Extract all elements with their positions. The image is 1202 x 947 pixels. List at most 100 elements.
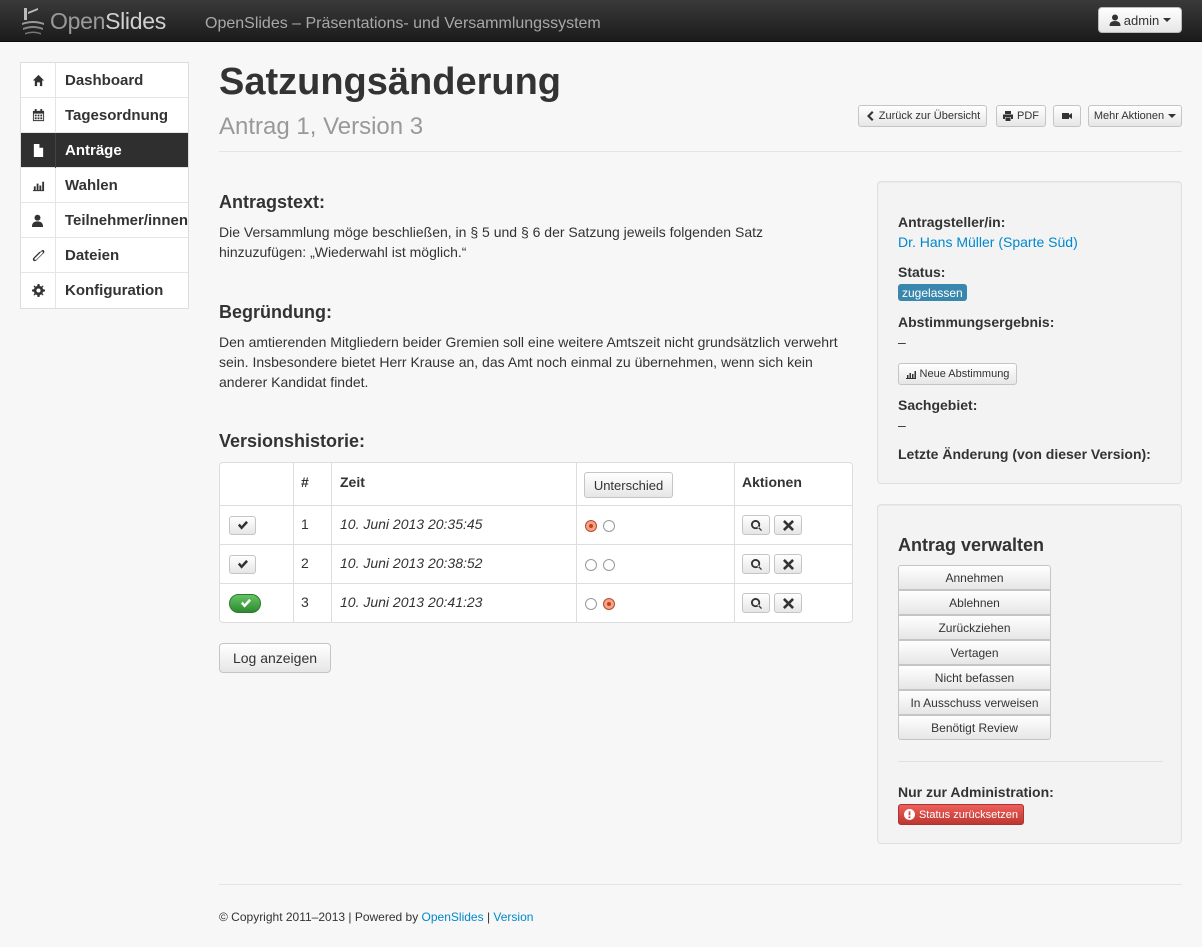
diff-radio-right[interactable] (603, 520, 615, 532)
calendar-icon (32, 108, 44, 121)
close-icon (782, 519, 794, 531)
brand[interactable]: OpenSlides (20, 6, 166, 36)
permit-version-button[interactable] (229, 516, 256, 535)
view-version-button[interactable] (742, 554, 770, 574)
diff-radio-left[interactable] (585, 559, 597, 571)
table-row: 3 10. Juni 2013 20:41:23 (220, 584, 852, 622)
print-icon (1003, 111, 1013, 121)
category-value: – (898, 417, 906, 433)
video-camera-icon (1062, 113, 1072, 119)
sidebar-item-config[interactable]: Konfiguration (21, 273, 188, 308)
version-time: 10. Juni 2013 20:38:52 (340, 555, 483, 571)
sidebar-item-label: Tagesordnung (65, 106, 169, 124)
search-icon (750, 597, 762, 609)
sidebar-item-label: Wahlen (65, 176, 118, 194)
sidebar-item-agenda[interactable]: Tagesordnung (21, 97, 188, 133)
column-header-actions: Aktionen (742, 474, 802, 490)
sidebar-item-label: Konfiguration (65, 282, 164, 299)
chevron-left-icon (866, 111, 874, 121)
manage-motion-panel: Antrag verwalten Annehmen Ablehnen Zurüc… (877, 504, 1182, 844)
motion-text: Die Versammlung möge beschließen, in § 5… (219, 224, 763, 260)
reason-text: Den amtierenden Mitgliedern beider Gremi… (219, 334, 838, 390)
table-row: 2 10. Juni 2013 20:38:52 (220, 545, 852, 584)
paperclip-icon (32, 249, 44, 261)
new-vote-label: Neue Abstimmung (919, 368, 1010, 380)
new-vote-button[interactable]: Neue Abstimmung (898, 363, 1017, 385)
version-number: 2 (301, 555, 309, 571)
active-version-badge[interactable] (229, 594, 261, 613)
pdf-button[interactable]: PDF (996, 105, 1046, 127)
delete-version-button[interactable] (774, 593, 802, 613)
diff-radio-left[interactable] (585, 598, 597, 610)
reset-status-label: Status zurücksetzen (918, 808, 1019, 821)
show-log-button[interactable]: Log anzeigen (219, 643, 331, 673)
sidebar-item-label: Teilnehmer/innen (64, 211, 188, 229)
submitter-label: Antragsteller/in: (898, 214, 1006, 230)
accept-button[interactable]: Annehmen (898, 565, 1051, 590)
checkmark-icon (237, 520, 248, 530)
table-row: 1 10. Juni 2013 20:35:45 (220, 506, 852, 545)
caret-down-icon (1168, 114, 1177, 118)
delete-version-button[interactable] (774, 554, 802, 574)
vote-result-label: Abstimmungsergebnis: (898, 314, 1055, 330)
submitter-link[interactable]: Dr. Hans Müller (Sparte Süd) (898, 234, 1078, 250)
sidebar-item-label: Dashboard (65, 71, 144, 89)
view-version-button[interactable] (742, 593, 770, 613)
column-header-time: Zeit (340, 474, 365, 490)
bar-chart-icon (905, 371, 916, 379)
user-icon (1109, 14, 1121, 26)
sidebar-item-motions[interactable]: Anträge (21, 132, 188, 168)
column-header-number: # (301, 474, 309, 490)
project-button[interactable] (1053, 105, 1081, 127)
sidebar-item-label: Dateien (65, 246, 120, 264)
status-badge: zugelassen (898, 284, 967, 301)
sidebar-item-dashboard[interactable]: Dashboard (21, 62, 188, 98)
diff-radio-right[interactable] (603, 598, 615, 610)
diff-radio-left[interactable] (585, 520, 597, 532)
footer-separator: | (486, 910, 491, 924)
search-icon (750, 519, 762, 531)
header-divider (219, 151, 1182, 152)
footer: © Copyright 2011–2013 | Powered by OpenS… (219, 910, 533, 924)
reset-status-button[interactable]: Status zurücksetzen (898, 804, 1024, 825)
user-menu-button[interactable]: admin (1098, 7, 1182, 33)
openslides-link[interactable]: OpenSlides (422, 910, 484, 924)
withdraw-button[interactable]: Zurückziehen (898, 615, 1051, 640)
reason-heading: Begründung: (219, 302, 332, 322)
motion-details-panel: Antragsteller/in: Dr. Hans Müller (Spart… (877, 181, 1182, 484)
back-button-label: Zurück zur Übersicht (878, 110, 981, 122)
reject-button[interactable]: Ablehnen (898, 590, 1051, 615)
page-title: Satzungsänderung (219, 61, 562, 103)
sidebar-item-files[interactable]: Dateien (21, 237, 188, 273)
sidebar-item-elections[interactable]: Wahlen (21, 167, 188, 203)
file-icon (33, 143, 43, 157)
not-concerned-button[interactable]: Nicht befassen (898, 665, 1051, 690)
version-history-heading: Versionshistorie: (219, 431, 366, 451)
more-actions-label: Mehr Aktionen (1093, 110, 1165, 122)
permit-version-button[interactable] (229, 555, 256, 574)
diff-radio-right[interactable] (603, 559, 615, 571)
close-icon (782, 558, 794, 570)
version-time: 10. Juni 2013 20:35:45 (340, 516, 483, 532)
version-time: 10. Juni 2013 20:41:23 (340, 594, 483, 610)
diff-button[interactable]: Unterschied (584, 472, 673, 498)
brand-name-bold: Slides (105, 7, 166, 34)
delete-version-button[interactable] (774, 515, 802, 535)
brand-name-light: Open (50, 7, 106, 34)
version-number: 3 (301, 594, 309, 610)
version-link[interactable]: Version (493, 910, 533, 924)
manage-motion-title: Antrag verwalten (898, 535, 1045, 555)
needs-review-button[interactable]: Benötigt Review (898, 715, 1051, 740)
sidebar-item-participants[interactable]: Teilnehmer/innen (21, 202, 188, 238)
view-version-button[interactable] (742, 515, 770, 535)
admin-only-label: Nur zur Administration: (898, 784, 1054, 800)
adjourn-button[interactable]: Vertagen (898, 640, 1051, 665)
back-to-overview-button[interactable]: Zurück zur Übersicht (858, 105, 987, 127)
search-icon (750, 558, 762, 570)
version-number: 1 (301, 516, 309, 532)
more-actions-button[interactable]: Mehr Aktionen (1088, 105, 1182, 127)
motion-text-heading: Antragstext: (219, 192, 326, 212)
refer-to-committee-button[interactable]: In Ausschuss verweisen (898, 690, 1051, 715)
openslides-logo-icon (22, 8, 44, 35)
table-header: # Zeit Unterschied Aktionen (220, 463, 852, 506)
